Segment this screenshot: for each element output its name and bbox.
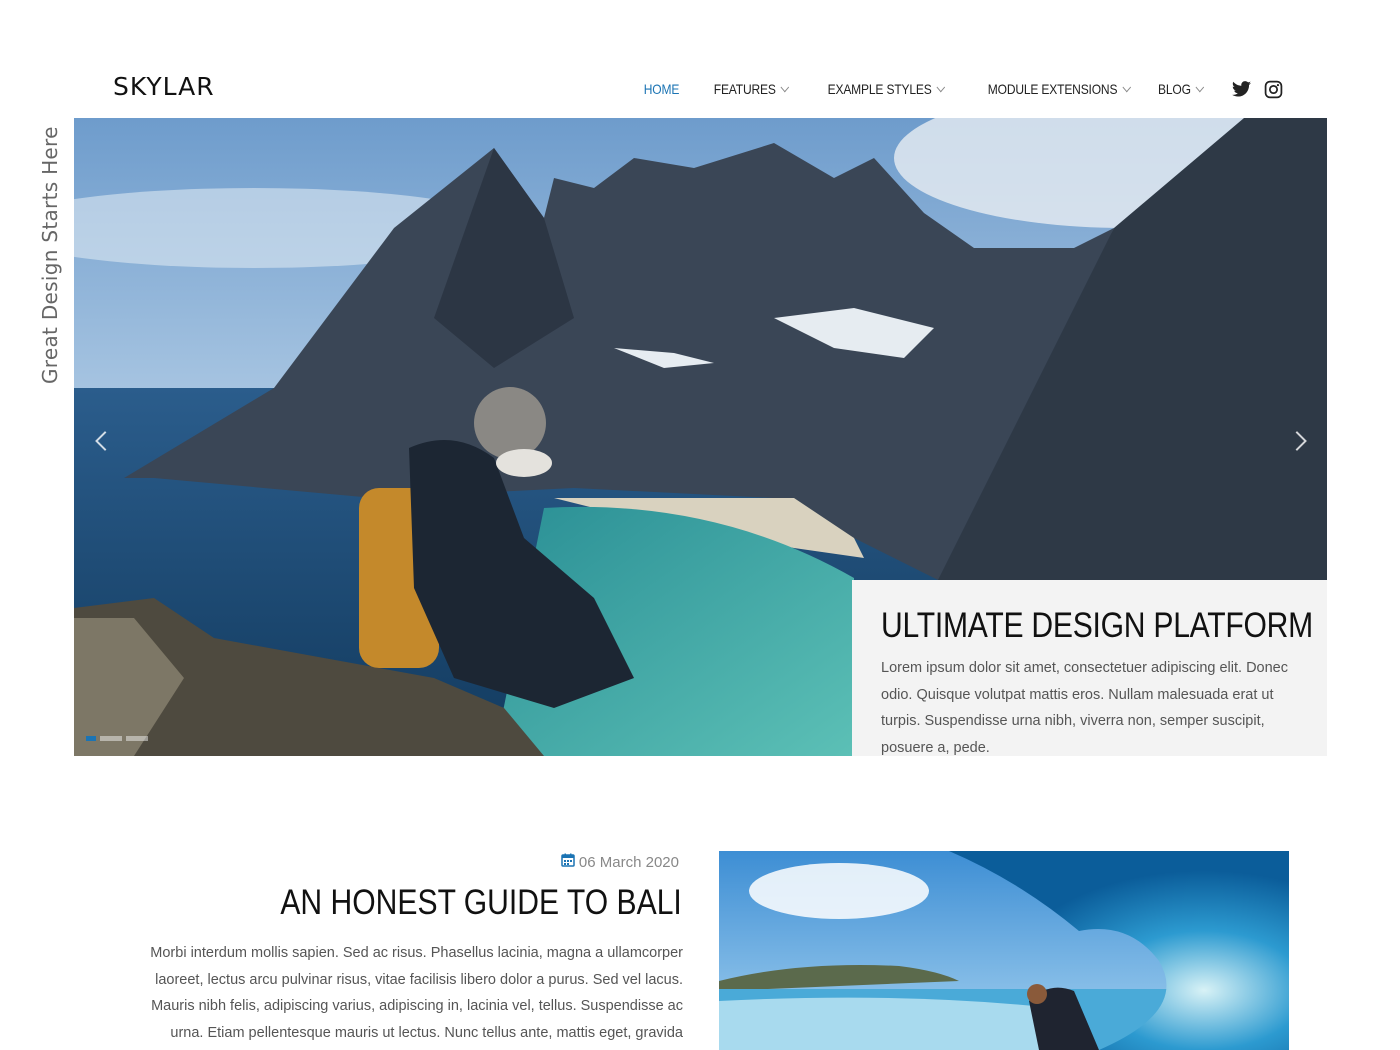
calendar-icon bbox=[561, 853, 575, 871]
post-excerpt: Morbi interdum mollis sapien. Sed ac ris… bbox=[150, 945, 683, 1041]
chevron-down-icon bbox=[780, 81, 790, 92]
chevron-left-icon bbox=[95, 431, 115, 451]
surfer-image bbox=[719, 851, 1289, 1050]
nav-item-module-extensions[interactable]: MODULE EXTENSIONS bbox=[988, 81, 1131, 97]
main-nav: HOME FEATURES EXAMPLE STYLES MODULE EXTE… bbox=[615, 74, 1283, 104]
twitter-icon[interactable] bbox=[1231, 79, 1251, 99]
hero-title: ULTIMATE DESIGN PLATFORM bbox=[881, 606, 1313, 645]
site-logo[interactable]: SKYLAR bbox=[113, 72, 215, 101]
post-image[interactable] bbox=[719, 851, 1289, 1050]
nav-item-label: MODULE EXTENSIONS bbox=[988, 81, 1118, 97]
chevron-down-icon bbox=[1122, 81, 1131, 92]
slider-dot-1[interactable] bbox=[86, 736, 96, 741]
hero-caption: ULTIMATE DESIGN PLATFORM Lorem ipsum dol… bbox=[852, 580, 1327, 756]
post-date: 06 March 2020 bbox=[561, 853, 679, 871]
nav-item-blog[interactable]: BLOG bbox=[1157, 81, 1205, 97]
nav-item-example-styles[interactable]: EXAMPLE STYLES bbox=[827, 81, 946, 97]
nav-item-label: BLOG bbox=[1157, 81, 1191, 97]
chevron-down-icon bbox=[1195, 81, 1205, 92]
hero-text: Lorem ipsum dolor sit amet, consectetuer… bbox=[881, 660, 1288, 756]
nav-item-features[interactable]: FEATURES bbox=[714, 81, 790, 97]
slider-dot-2[interactable] bbox=[100, 736, 122, 741]
nav-item-label: HOME bbox=[643, 81, 680, 97]
nav-item-label: EXAMPLE STYLES bbox=[827, 81, 932, 97]
vertical-tagline: Great Design Starts Here bbox=[38, 126, 62, 384]
nav-item-label: FEATURES bbox=[714, 81, 777, 97]
post-date-text: 06 March 2020 bbox=[578, 853, 679, 871]
slider-dot-3[interactable] bbox=[126, 736, 148, 741]
nav-item-home[interactable]: HOME bbox=[643, 81, 680, 97]
slider-prev-button[interactable] bbox=[92, 430, 115, 452]
social-links bbox=[1219, 79, 1283, 99]
slider-pagination bbox=[86, 736, 152, 741]
slider-next-button[interactable] bbox=[1287, 430, 1310, 452]
post-title[interactable]: AN HONEST GUIDE TO BALI bbox=[281, 883, 682, 923]
chevron-right-icon bbox=[1287, 431, 1307, 451]
chevron-down-icon bbox=[936, 81, 946, 92]
instagram-icon[interactable] bbox=[1263, 79, 1283, 99]
